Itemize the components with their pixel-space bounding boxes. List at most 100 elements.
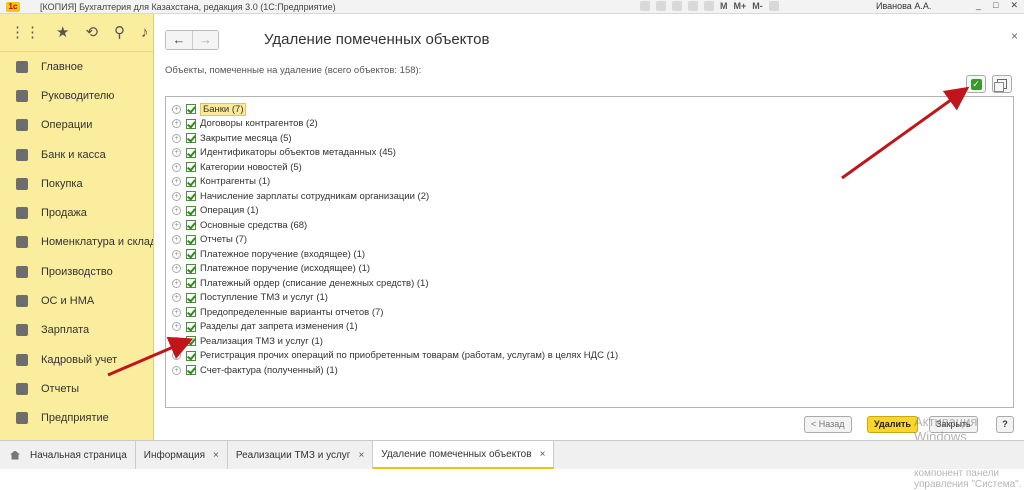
row-checkbox[interactable] xyxy=(186,350,196,361)
row-checkbox[interactable] xyxy=(186,205,196,216)
row-checkbox[interactable] xyxy=(186,365,196,375)
sidebar-item-enterprise[interactable]: Предприятие xyxy=(0,404,153,433)
row-checkbox[interactable] xyxy=(186,234,196,245)
tree-row[interactable]: + Платежный ордер (списание денежных сред… xyxy=(172,276,429,290)
history-icon[interactable] xyxy=(704,1,714,11)
expand-icon[interactable]: + xyxy=(172,191,181,201)
tree-row[interactable]: + Поступление ТМЗ и услуг (1) xyxy=(172,291,328,305)
back-button[interactable]: < Назад xyxy=(804,416,852,433)
uncheck-all-button[interactable] xyxy=(992,75,1012,93)
expand-icon[interactable]: + xyxy=(172,336,181,346)
expand-icon[interactable]: + xyxy=(172,148,181,157)
tree-row[interactable]: + Платежное поручение (исходящее) (1) xyxy=(172,262,370,276)
maximize-button[interactable]: □ xyxy=(993,0,998,11)
expand-icon[interactable]: + xyxy=(172,177,181,186)
favorites-icon[interactable] xyxy=(672,1,682,11)
delete-button[interactable]: Удалить xyxy=(867,416,918,433)
tree-row[interactable]: + Отчеты (7) xyxy=(172,233,247,247)
row-checkbox[interactable] xyxy=(186,321,196,332)
sidebar-item-reports[interactable]: Отчеты xyxy=(0,374,153,403)
sidebar-item-assets[interactable]: ОС и НМА xyxy=(0,286,153,315)
expand-icon[interactable]: + xyxy=(172,206,181,215)
tree-row[interactable]: + Начисление зарплаты сотрудникам организ… xyxy=(172,189,429,203)
expand-icon[interactable]: + xyxy=(172,220,181,230)
row-checkbox[interactable] xyxy=(186,292,196,303)
row-checkbox[interactable] xyxy=(186,176,196,187)
star-icon[interactable]: ★ xyxy=(56,24,69,41)
expand-icon[interactable]: + xyxy=(172,293,181,302)
tab-close-icon[interactable]: × xyxy=(358,450,364,461)
sidebar-item-salary[interactable]: Зарплата xyxy=(0,316,153,345)
row-checkbox[interactable] xyxy=(186,162,196,172)
row-checkbox[interactable] xyxy=(186,336,196,346)
expand-icon[interactable]: + xyxy=(172,235,181,244)
expand-icon[interactable]: + xyxy=(172,162,181,172)
expand-icon[interactable]: + xyxy=(172,119,181,128)
calendar-icon[interactable] xyxy=(768,1,779,11)
expand-icon[interactable]: + xyxy=(172,264,181,273)
memory-button[interactable]: M xyxy=(720,1,728,12)
row-checkbox[interactable] xyxy=(186,147,196,158)
tab-sales-realizations[interactable]: Реализации ТМЗ и услуг × xyxy=(228,441,374,469)
expand-icon[interactable]: + xyxy=(172,351,181,360)
row-checkbox[interactable] xyxy=(186,118,196,129)
bell-icon[interactable]: ♪ xyxy=(141,24,149,41)
apps-grid-icon[interactable]: ⋮⋮ xyxy=(10,24,40,41)
tree-row[interactable]: + Счет-фактура (полученный) (1) xyxy=(172,363,338,377)
tree-row[interactable]: + Договоры контрагентов (2) xyxy=(172,117,318,131)
search-icon[interactable]: ⚲ xyxy=(114,24,125,41)
sidebar-item-warehouse[interactable]: Номенклатура и склад xyxy=(0,228,153,257)
tab-close-icon[interactable]: × xyxy=(213,450,219,461)
close-button[interactable]: Закрыть xyxy=(929,416,978,433)
expand-icon[interactable]: + xyxy=(172,104,181,114)
print-icon[interactable] xyxy=(640,1,650,11)
sidebar-item-director[interactable]: Руководителю xyxy=(0,81,153,110)
help-button[interactable]: ? xyxy=(996,416,1014,433)
tree-row[interactable]: + Закрытие месяца (5) xyxy=(172,131,292,145)
tree-row[interactable]: + Реализация ТМЗ и услуг (1) xyxy=(172,334,323,348)
memory-plus-button[interactable]: M+ xyxy=(734,1,747,12)
tree-row[interactable]: + Банки (7) xyxy=(172,102,247,116)
tab-delete-marked[interactable]: Удаление помеченных объектов × xyxy=(373,441,555,469)
row-checkbox[interactable] xyxy=(186,249,196,259)
window-close-button[interactable]: ✕ xyxy=(1010,0,1018,11)
tab-close-icon[interactable]: × xyxy=(540,449,546,460)
sidebar-item-sales[interactable]: Продажа xyxy=(0,198,153,227)
sidebar-item-hr[interactable]: Кадровый учет xyxy=(0,345,153,374)
tree-row[interactable]: + Операция (1) xyxy=(172,204,259,218)
tree-row[interactable]: + Основные средства (68) xyxy=(172,218,307,232)
expand-icon[interactable]: + xyxy=(172,307,181,317)
sidebar-item-production[interactable]: Производство xyxy=(0,257,153,286)
row-checkbox[interactable] xyxy=(186,263,196,274)
tree-row[interactable]: + Платежное поручение (входящее) (1) xyxy=(172,247,365,261)
row-checkbox[interactable] xyxy=(186,307,196,317)
minimize-button[interactable]: _ xyxy=(976,0,981,11)
row-checkbox[interactable] xyxy=(186,220,196,230)
tab-home[interactable]: Начальная страница xyxy=(0,441,136,469)
expand-icon[interactable]: + xyxy=(172,278,181,288)
row-checkbox[interactable] xyxy=(186,278,196,288)
history-icon[interactable]: ⟲ xyxy=(85,24,98,41)
sidebar-item-operations[interactable]: Операции xyxy=(0,111,153,140)
expand-icon[interactable]: + xyxy=(172,365,181,375)
expand-icon[interactable]: + xyxy=(172,322,181,331)
row-checkbox[interactable] xyxy=(186,133,196,143)
back-arrow-icon[interactable]: ← xyxy=(166,31,192,49)
link-icon[interactable] xyxy=(688,1,698,11)
row-checkbox[interactable] xyxy=(186,104,196,114)
memory-minus-button[interactable]: M- xyxy=(752,1,763,12)
sidebar-item-purchase[interactable]: Покупка xyxy=(0,169,153,198)
tree-row[interactable]: + Категории новостей (5) xyxy=(172,160,302,174)
tree-row[interactable]: + Идентификаторы объектов метаданных (45) xyxy=(172,146,396,160)
sidebar-item-main[interactable]: Главное xyxy=(0,52,153,81)
tree-row[interactable]: + Контрагенты (1) xyxy=(172,175,270,189)
tree-row[interactable]: + Регистрация прочих операций по приобрет… xyxy=(172,349,618,363)
sidebar-item-bank[interactable]: Банк и касса xyxy=(0,140,153,169)
row-checkbox[interactable] xyxy=(186,191,196,201)
tree-row[interactable]: + Предопределенные варианты отчетов (7) xyxy=(172,305,383,319)
marked-objects-tree[interactable]: + Банки (7) + Договоры контрагентов (2) + З… xyxy=(165,96,1014,408)
forward-arrow-icon[interactable]: → xyxy=(192,31,218,49)
expand-icon[interactable]: + xyxy=(172,249,181,259)
expand-icon[interactable]: + xyxy=(172,133,181,143)
tree-row[interactable]: + Разделы дат запрета изменения (1) xyxy=(172,320,358,334)
